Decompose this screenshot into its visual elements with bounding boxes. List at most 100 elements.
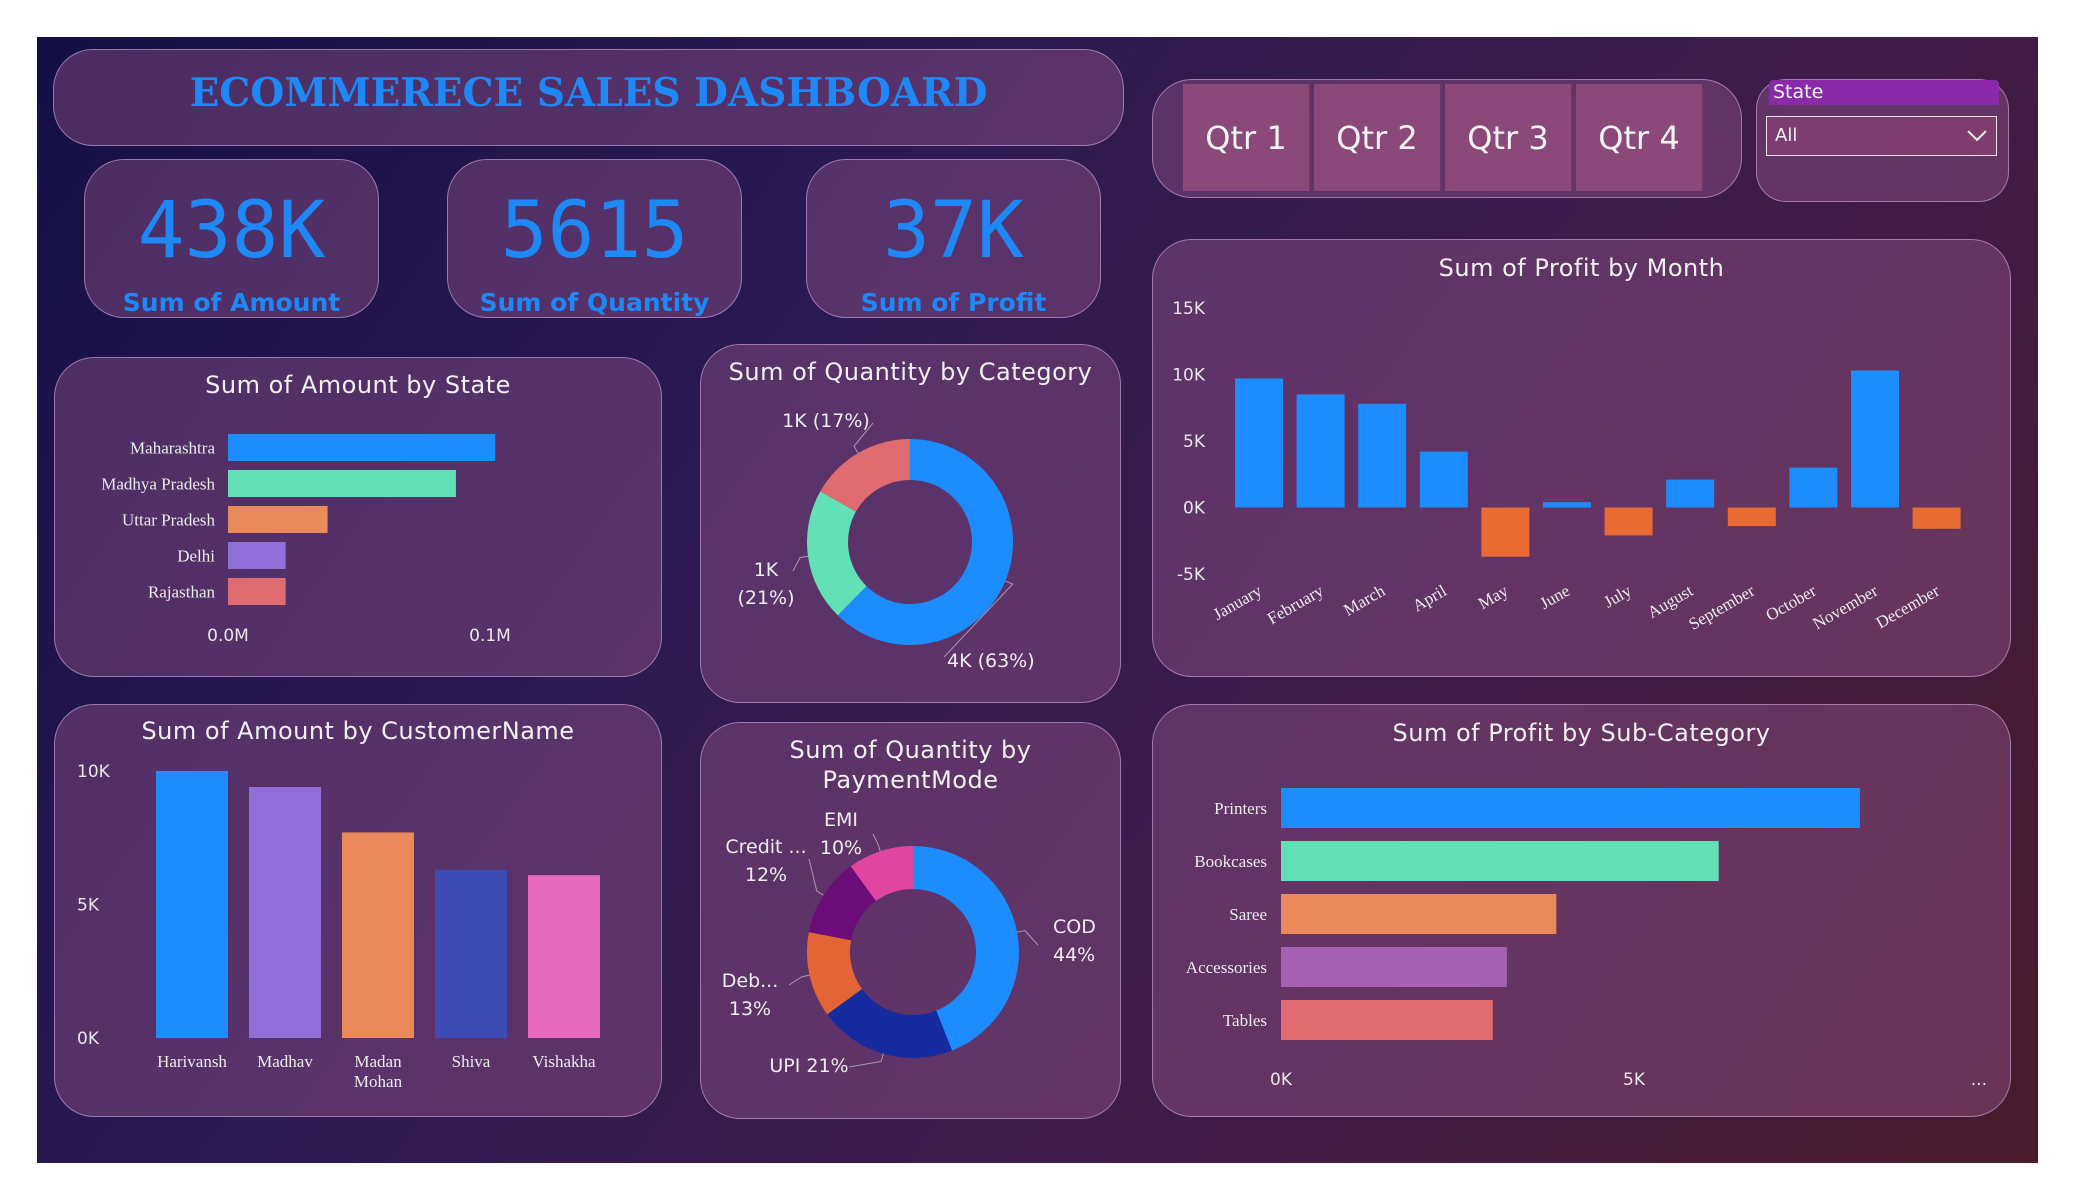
data-label: EMI — [824, 809, 858, 831]
bar-may — [1481, 507, 1530, 557]
month-label-july: July — [1601, 581, 1635, 612]
bar-december — [1912, 507, 1961, 529]
bar-june — [1543, 502, 1591, 508]
kpi-quantity-label: Sum of Quantity — [479, 288, 710, 317]
month-label-april: April — [1409, 581, 1450, 616]
card-quantity-by-category: Sum of Quantity by Category 4K (63%) 1K (2… — [700, 344, 1121, 703]
chart-profit-by-month: -5K 0K 5K 10K 15K JanuaryFebruary March April Ma… — [1172, 299, 1961, 634]
card-amount-by-state: Sum of Amount by State Maharashtra Madhya… — [54, 357, 662, 677]
data-label: 1K — [754, 559, 779, 581]
leader-line — [848, 1053, 884, 1068]
state-slicer-header: State — [1769, 80, 1999, 105]
leader-line — [808, 858, 824, 896]
data-label: UPI 21% — [769, 1055, 848, 1077]
data-label: COD — [1053, 916, 1096, 938]
category-label-printers: Printers — [1214, 799, 1267, 818]
kpi-quantity-value: 5615 — [500, 186, 689, 276]
bar-april — [1419, 451, 1468, 508]
bar-delhi — [228, 542, 286, 569]
data-label: Deb... — [722, 970, 779, 992]
bar-harivansh — [156, 771, 228, 1038]
x-tick-label: 0K — [1270, 1070, 1293, 1090]
bar-january — [1235, 378, 1283, 508]
data-label: 4K (63%) — [947, 650, 1035, 672]
month-label-march: March — [1340, 581, 1388, 620]
bar-accessories — [1281, 947, 1507, 987]
title-banner: ECOMMERECE SALES DASHBOARD — [53, 49, 1124, 146]
x-tick-label: 0.0M — [207, 626, 249, 646]
customer-label-madan-mohan: Madan — [354, 1052, 402, 1071]
customer-label-shiva: Shiva — [452, 1052, 491, 1071]
chart-amount-by-state: Maharashtra Madhya Pradesh Uttar Pradesh De… — [101, 434, 511, 646]
title-word-2: SALES DASHBOARD — [536, 70, 988, 116]
card-profit-by-subcategory: Sum of Profit by Sub-Category Printers Bo… — [1152, 704, 2011, 1117]
bar-february — [1296, 394, 1345, 508]
title-word-1: ECOMMERECE — [189, 70, 524, 116]
category-label-accessories: Accessories — [1186, 958, 1267, 977]
chevron-down-icon — [1967, 130, 1987, 142]
category-label-maharashtra: Maharashtra — [130, 439, 215, 458]
kpi-amount-label: Sum of Amount — [122, 288, 341, 317]
leader-line — [1017, 930, 1039, 946]
month-label-november: November — [1809, 581, 1881, 633]
bar-july — [1604, 507, 1653, 536]
month-label-may: May — [1475, 581, 1512, 613]
card-profit-by-month: Sum of Profit by Month -5K 0K 5K 10K 15K Janu… — [1152, 239, 2011, 677]
state-slicer: State All — [1756, 79, 2009, 202]
bar-march — [1358, 403, 1407, 508]
customer-label-madan-mohan: Mohan — [354, 1072, 403, 1091]
quarter-slicer: Qtr 1 Qtr 2 Qtr 3 Qtr 4 — [1152, 79, 1742, 198]
month-label-december: December — [1873, 581, 1943, 633]
state-dropdown[interactable]: All — [1766, 116, 1997, 156]
data-label: 12% — [745, 864, 787, 886]
category-label-rajasthan: Rajasthan — [148, 583, 216, 602]
qtr-3-button[interactable]: Qtr 3 — [1445, 84, 1573, 191]
bar-rajasthan — [228, 578, 286, 605]
month-label-june: June — [1537, 581, 1573, 613]
y-tick-label: 0K — [1183, 499, 1206, 519]
bar-october — [1789, 467, 1838, 508]
kpi-card-amount: 438K Sum of Amount — [84, 159, 379, 318]
kpi-card-quantity: 5615 Sum of Quantity — [447, 159, 742, 318]
y-tick-label: 5K — [1183, 432, 1206, 452]
chart-quantity-by-category: 4K (63%) 1K (21%) 1K (17%) — [737, 410, 1035, 672]
month-label-february: February — [1264, 581, 1327, 628]
state-slicer-label: State — [1773, 81, 1824, 103]
bar-madhya-pradesh — [228, 470, 456, 497]
category-label-tables: Tables — [1223, 1011, 1267, 1030]
bar-maharashtra — [228, 434, 496, 461]
month-label-january: January — [1210, 581, 1266, 624]
data-label: (21%) — [737, 587, 794, 609]
y-tick-label: 10K — [77, 762, 111, 782]
qtr-4-button[interactable]: Qtr 4 — [1576, 84, 1704, 191]
category-label-saree: Saree — [1229, 905, 1267, 924]
chart-quantity-by-payment: COD 44% UPI 21% Deb... 13% Credit ... 12% EMI 10… — [722, 809, 1096, 1077]
bar-saree — [1281, 894, 1557, 934]
y-tick-label: -5K — [1177, 565, 1206, 585]
customer-label-harivansh: Harivansh — [157, 1052, 227, 1071]
data-label: 10% — [820, 837, 862, 859]
category-label-uttar-pradesh: Uttar Pradesh — [122, 511, 216, 530]
category-label-bookcases: Bookcases — [1194, 852, 1267, 871]
month-label-september: September — [1685, 581, 1758, 634]
bar-madan-mohan — [342, 832, 414, 1038]
x-tick-label: 0.1M — [469, 626, 511, 646]
dashboard-canvas: ECOMMERECE SALES DASHBOARD 438K Sum of A… — [37, 37, 2038, 1163]
leader-line — [792, 555, 809, 572]
bar-madhav — [249, 787, 321, 1038]
bar-shiva — [435, 869, 507, 1038]
bar-september — [1727, 507, 1776, 527]
y-tick-label: 10K — [1172, 366, 1206, 386]
state-dropdown-value: All — [1775, 125, 1798, 146]
category-label-madhya-pradesh: Madhya Pradesh — [101, 475, 215, 494]
card-quantity-by-payment: Sum of Quantity by PaymentMode COD 44% UPI… — [700, 722, 1121, 1119]
bar-tables — [1281, 1000, 1493, 1040]
data-label: 44% — [1053, 944, 1095, 966]
qtr-1-button[interactable]: Qtr 1 — [1183, 84, 1311, 191]
leader-line — [788, 974, 810, 986]
leader-line — [872, 833, 881, 852]
qtr-2-button[interactable]: Qtr 2 — [1314, 84, 1442, 191]
bar-august — [1666, 479, 1715, 508]
bar-november — [1851, 370, 1899, 508]
kpi-profit-label: Sum of Profit — [860, 288, 1047, 317]
